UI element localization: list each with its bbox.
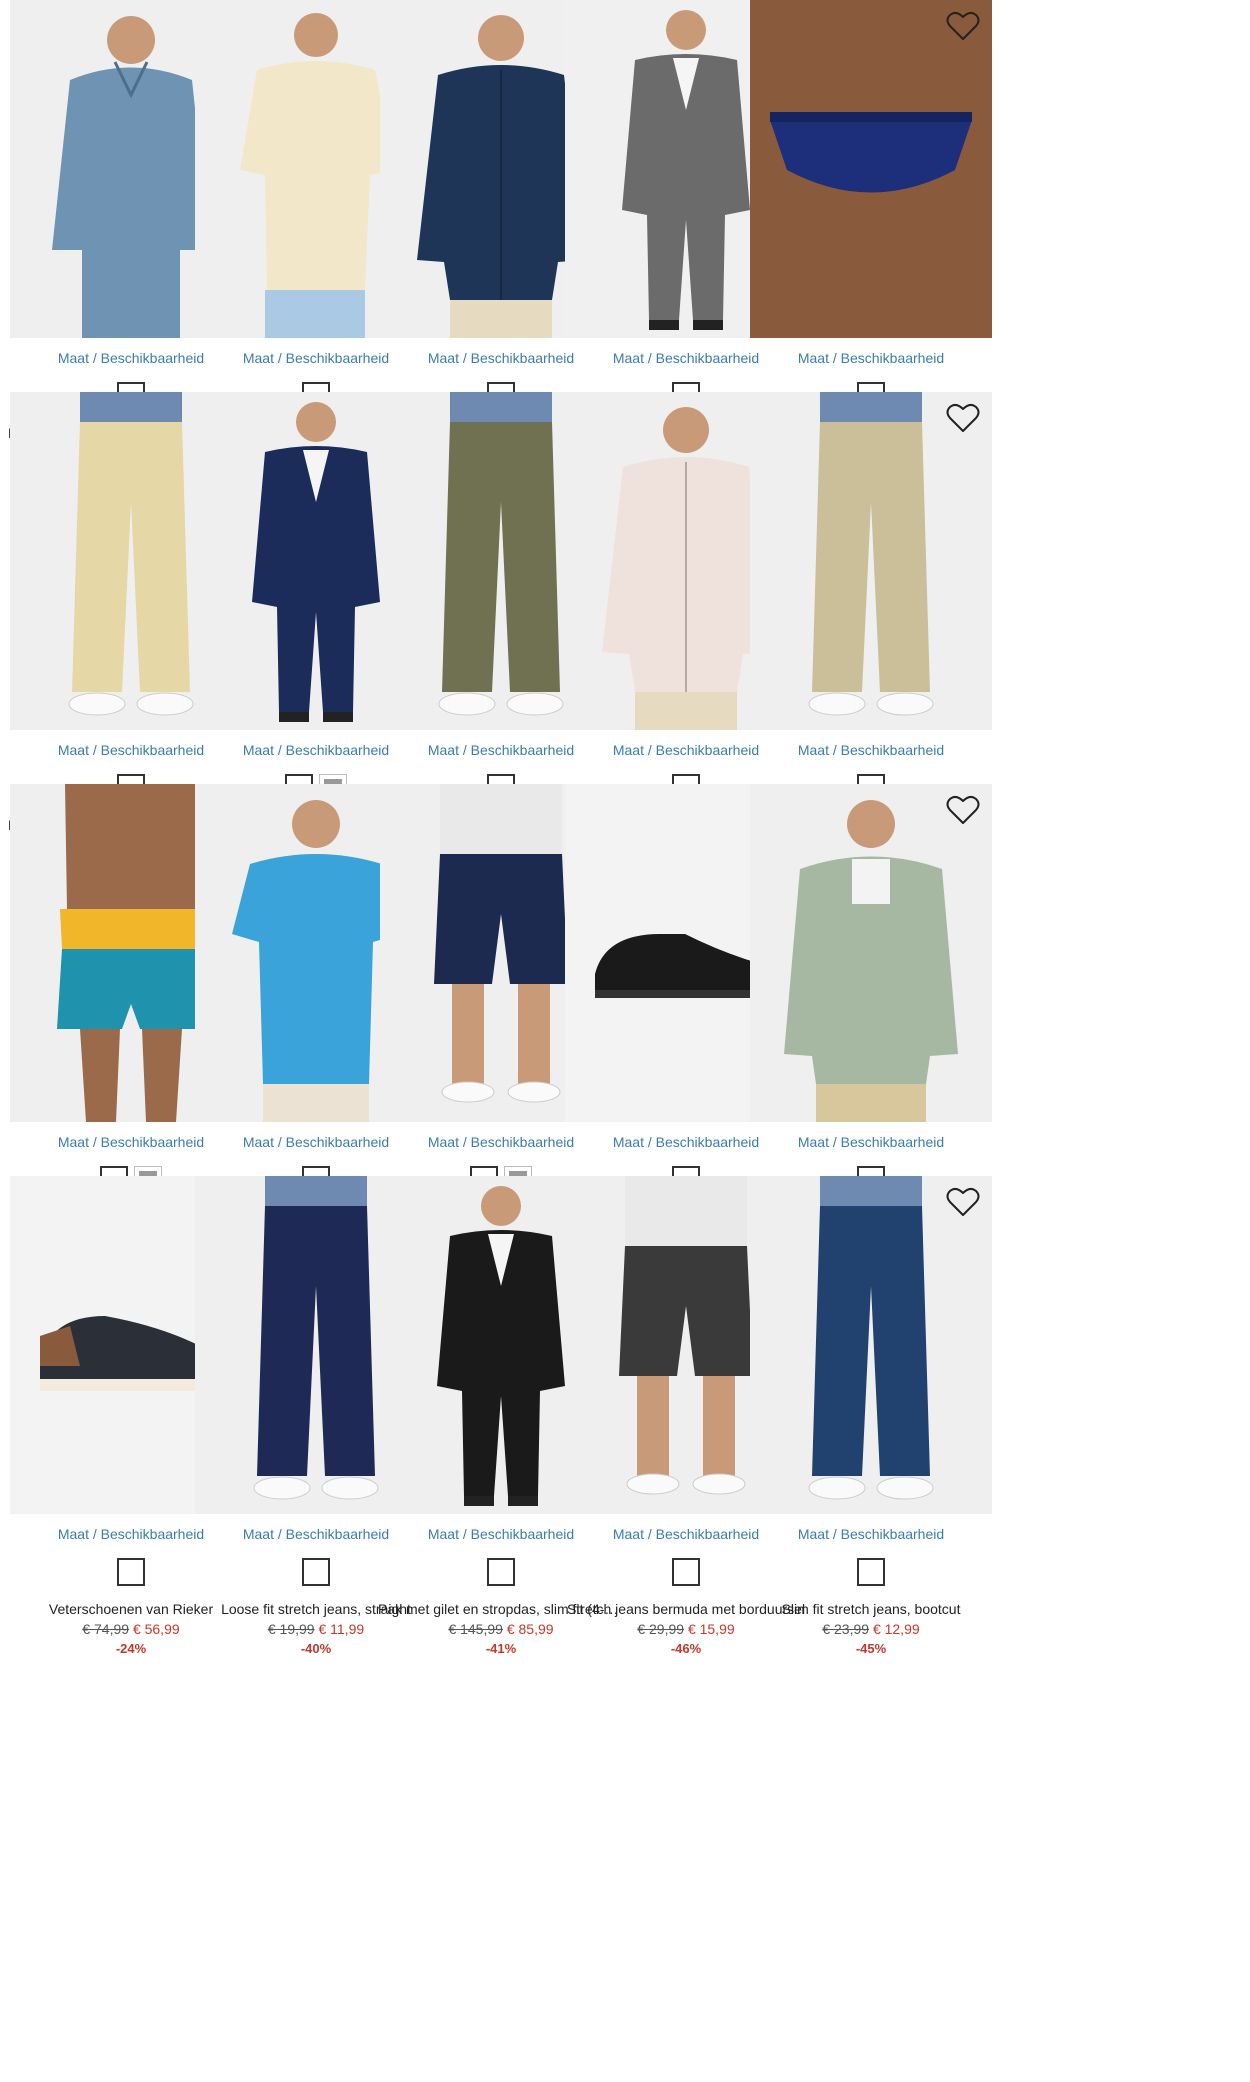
wishlist-heart-icon[interactable] [946, 10, 980, 42]
discount-badge: -45% [855, 1641, 887, 1656]
product-image[interactable] [750, 784, 992, 1122]
sale-price: € 56,99 [132, 1621, 180, 1637]
wishlist-heart-icon[interactable] [946, 794, 980, 826]
color-swatch[interactable] [487, 1558, 515, 1586]
product-card[interactable]: Maat / Beschikbaarheid Slim fit stretch j… [750, 1176, 992, 1681]
original-price: € 29,99 [637, 1621, 685, 1637]
sale-price: € 11,99 [318, 1621, 365, 1637]
size-availability-link[interactable]: Maat / Beschikbaarheid [750, 1134, 992, 1150]
color-swatch[interactable] [672, 1558, 700, 1586]
original-price: € 19,99 [267, 1621, 315, 1637]
product-image[interactable] [750, 392, 992, 730]
sale-price: € 12,99 [872, 1621, 920, 1637]
wishlist-heart-icon[interactable] [946, 402, 980, 434]
size-availability-link[interactable]: Maat / Beschikbaarheid [750, 350, 992, 366]
sale-price: € 15,99 [687, 1621, 735, 1637]
original-price: € 74,99 [82, 1621, 130, 1637]
product-image[interactable] [750, 1176, 992, 1514]
size-availability-link[interactable]: Maat / Beschikbaarheid [750, 742, 992, 758]
product-name[interactable]: Slim fit stretch jeans, bootcut [748, 1601, 994, 1617]
color-swatch[interactable] [117, 1558, 145, 1586]
color-swatch[interactable] [857, 1558, 885, 1586]
original-price: € 145,99 [448, 1621, 503, 1637]
product-image[interactable] [750, 0, 992, 338]
original-price: € 23,99 [822, 1621, 870, 1637]
sale-price: € 85,99 [506, 1621, 554, 1637]
color-swatches [750, 1558, 992, 1588]
wishlist-heart-icon[interactable] [946, 1186, 980, 1218]
price-line: € 23,99 € 12,99 [750, 1621, 992, 1637]
size-availability-link[interactable]: Maat / Beschikbaarheid [750, 1526, 992, 1542]
color-swatch[interactable] [302, 1558, 330, 1586]
